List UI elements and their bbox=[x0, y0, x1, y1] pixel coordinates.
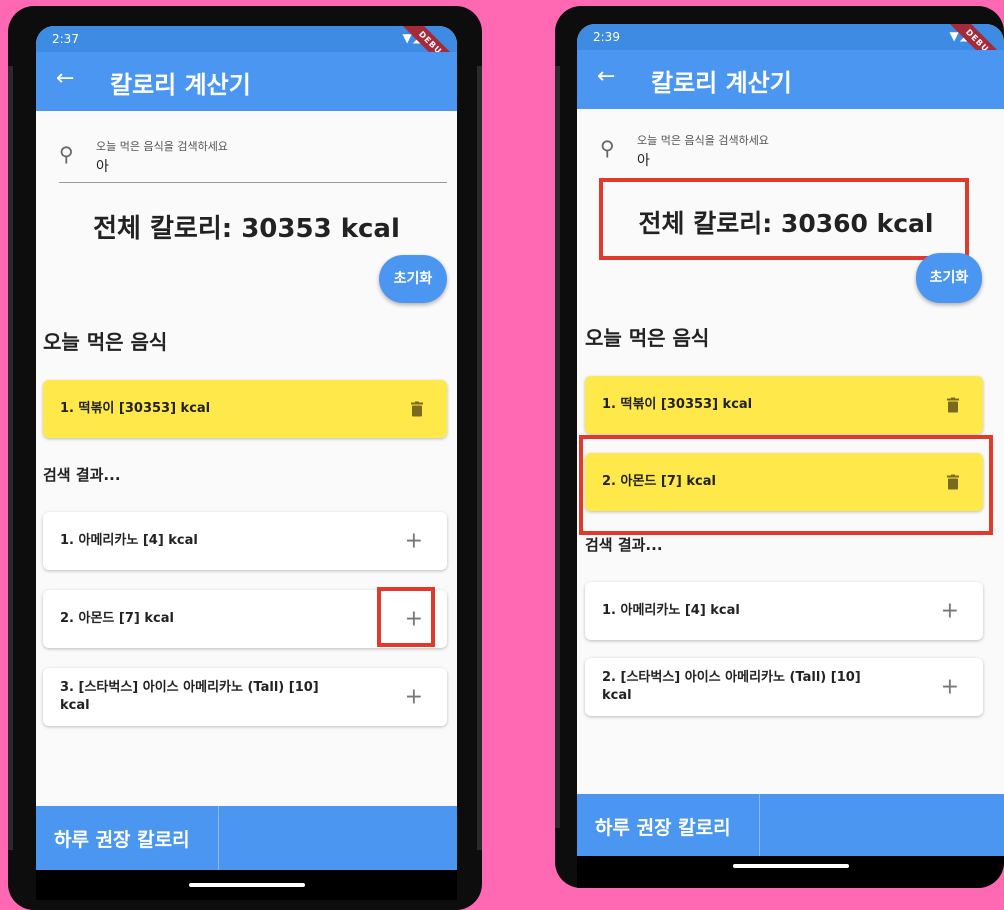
system-nav-bar bbox=[36, 870, 457, 900]
plus-icon[interactable]: + bbox=[941, 599, 959, 624]
eaten-item-label: 1. 떡볶이 [30353] kcal bbox=[60, 401, 211, 416]
bottom-bar: 하루 권장 칼로리 bbox=[577, 794, 1004, 856]
daily-recommended-button[interactable]: 하루 권장 칼로리 bbox=[54, 825, 190, 852]
result-item-label: 1. 아메리카노 [4] kcal bbox=[602, 603, 740, 618]
home-indicator[interactable] bbox=[188, 883, 305, 887]
eaten-item-label: 1. 떡볶이 [30353] kcal bbox=[602, 397, 753, 412]
result-item-label: 3. [스타벅스] 아이스 아메리카노 (Tall) [10] kcal bbox=[60, 680, 319, 713]
result-item: 1. 아메리카노 [4] kcal + bbox=[585, 582, 983, 640]
results-heading: 검색 결과... bbox=[43, 466, 121, 484]
result-item: 3. [스타벅스] 아이스 아메리카노 (Tall) [10] kcal + bbox=[43, 668, 447, 726]
eaten-heading: 오늘 먹은 음식 bbox=[43, 330, 168, 354]
status-bar: 2:39 ▼◢ bbox=[577, 24, 1004, 50]
search-placeholder: 오늘 먹은 음식을 검색하세요 bbox=[637, 134, 769, 147]
app-title: 칼로리 계산기 bbox=[651, 69, 792, 97]
left-screen: 2:37 ▼◢ DEBUG ← 칼로리 계산기 ⚲ 오늘 먹은 음식을 검색하세… bbox=[36, 26, 457, 900]
bottom-divider bbox=[218, 806, 219, 870]
result-item: 2. [스타벅스] 아이스 아메리카노 (Tall) [10] kcal + bbox=[585, 658, 983, 716]
trash-icon[interactable] bbox=[411, 401, 423, 417]
result-item-label: 1. 아메리카노 [4] kcal bbox=[60, 533, 198, 548]
result-item: 1. 아메리카노 [4] kcal + bbox=[43, 512, 447, 570]
search-placeholder: 오늘 먹은 음식을 검색하세요 bbox=[96, 140, 228, 153]
result-item-label: 2. [스타벅스] 아이스 아메리카노 (Tall) [10] kcal bbox=[602, 670, 861, 703]
results-heading: 검색 결과... bbox=[585, 536, 663, 554]
highlight-box bbox=[377, 587, 435, 647]
left-phone: 2:37 ▼◢ DEBUG ← 칼로리 계산기 ⚲ 오늘 먹은 음식을 검색하세… bbox=[8, 6, 482, 910]
right-phone: 2:39 ▼◢ DEBUG ← 칼로리 계산기 ⚲ 오늘 먹은 음식을 검색하세… bbox=[555, 6, 1004, 888]
arrow-left-icon[interactable]: ← bbox=[597, 64, 615, 89]
daily-recommended-button[interactable]: 하루 권장 칼로리 bbox=[595, 813, 731, 840]
plus-icon[interactable]: + bbox=[941, 675, 959, 700]
highlight-box bbox=[599, 178, 969, 260]
result-item-label: 2. 아몬드 [7] kcal bbox=[60, 611, 174, 626]
trash-icon[interactable] bbox=[947, 397, 959, 413]
app-bar: ← 칼로리 계산기 bbox=[577, 50, 1004, 109]
search-icon: ⚲ bbox=[600, 136, 615, 160]
bottom-divider bbox=[759, 794, 760, 856]
home-indicator[interactable] bbox=[732, 864, 849, 868]
total-calories: 전체 칼로리: 30353 kcal bbox=[93, 214, 400, 244]
eaten-heading: 오늘 먹은 음식 bbox=[585, 326, 710, 350]
arrow-left-icon[interactable]: ← bbox=[56, 66, 74, 91]
reset-button[interactable]: 초기화 bbox=[916, 253, 982, 303]
status-bar: 2:37 ▼◢ bbox=[36, 26, 457, 52]
plus-icon[interactable]: + bbox=[405, 529, 423, 554]
highlight-box bbox=[579, 435, 993, 535]
status-time: 2:39 bbox=[593, 30, 620, 44]
search-icon: ⚲ bbox=[59, 142, 74, 166]
search-input[interactable]: ⚲ 오늘 먹은 음식을 검색하세요 아 bbox=[600, 132, 990, 176]
search-value: 아 bbox=[637, 153, 650, 169]
plus-icon[interactable]: + bbox=[405, 685, 423, 710]
system-nav-bar-bottom bbox=[577, 856, 1004, 888]
status-time: 2:37 bbox=[52, 32, 79, 46]
search-input[interactable]: ⚲ 오늘 먹은 음식을 검색하세요 아 bbox=[59, 138, 447, 183]
eaten-item: 1. 떡볶이 [30353] kcal bbox=[585, 376, 983, 434]
app-bar: ← 칼로리 계산기 bbox=[36, 52, 457, 111]
reset-button[interactable]: 초기화 bbox=[379, 255, 447, 303]
bottom-bar: 하루 권장 칼로리 bbox=[36, 806, 457, 870]
search-value: 아 bbox=[96, 159, 109, 175]
right-screen: 2:39 ▼◢ DEBUG ← 칼로리 계산기 ⚲ 오늘 먹은 음식을 검색하세… bbox=[577, 24, 1004, 856]
eaten-item: 1. 떡볶이 [30353] kcal bbox=[43, 380, 447, 438]
app-title: 칼로리 계산기 bbox=[110, 71, 251, 99]
